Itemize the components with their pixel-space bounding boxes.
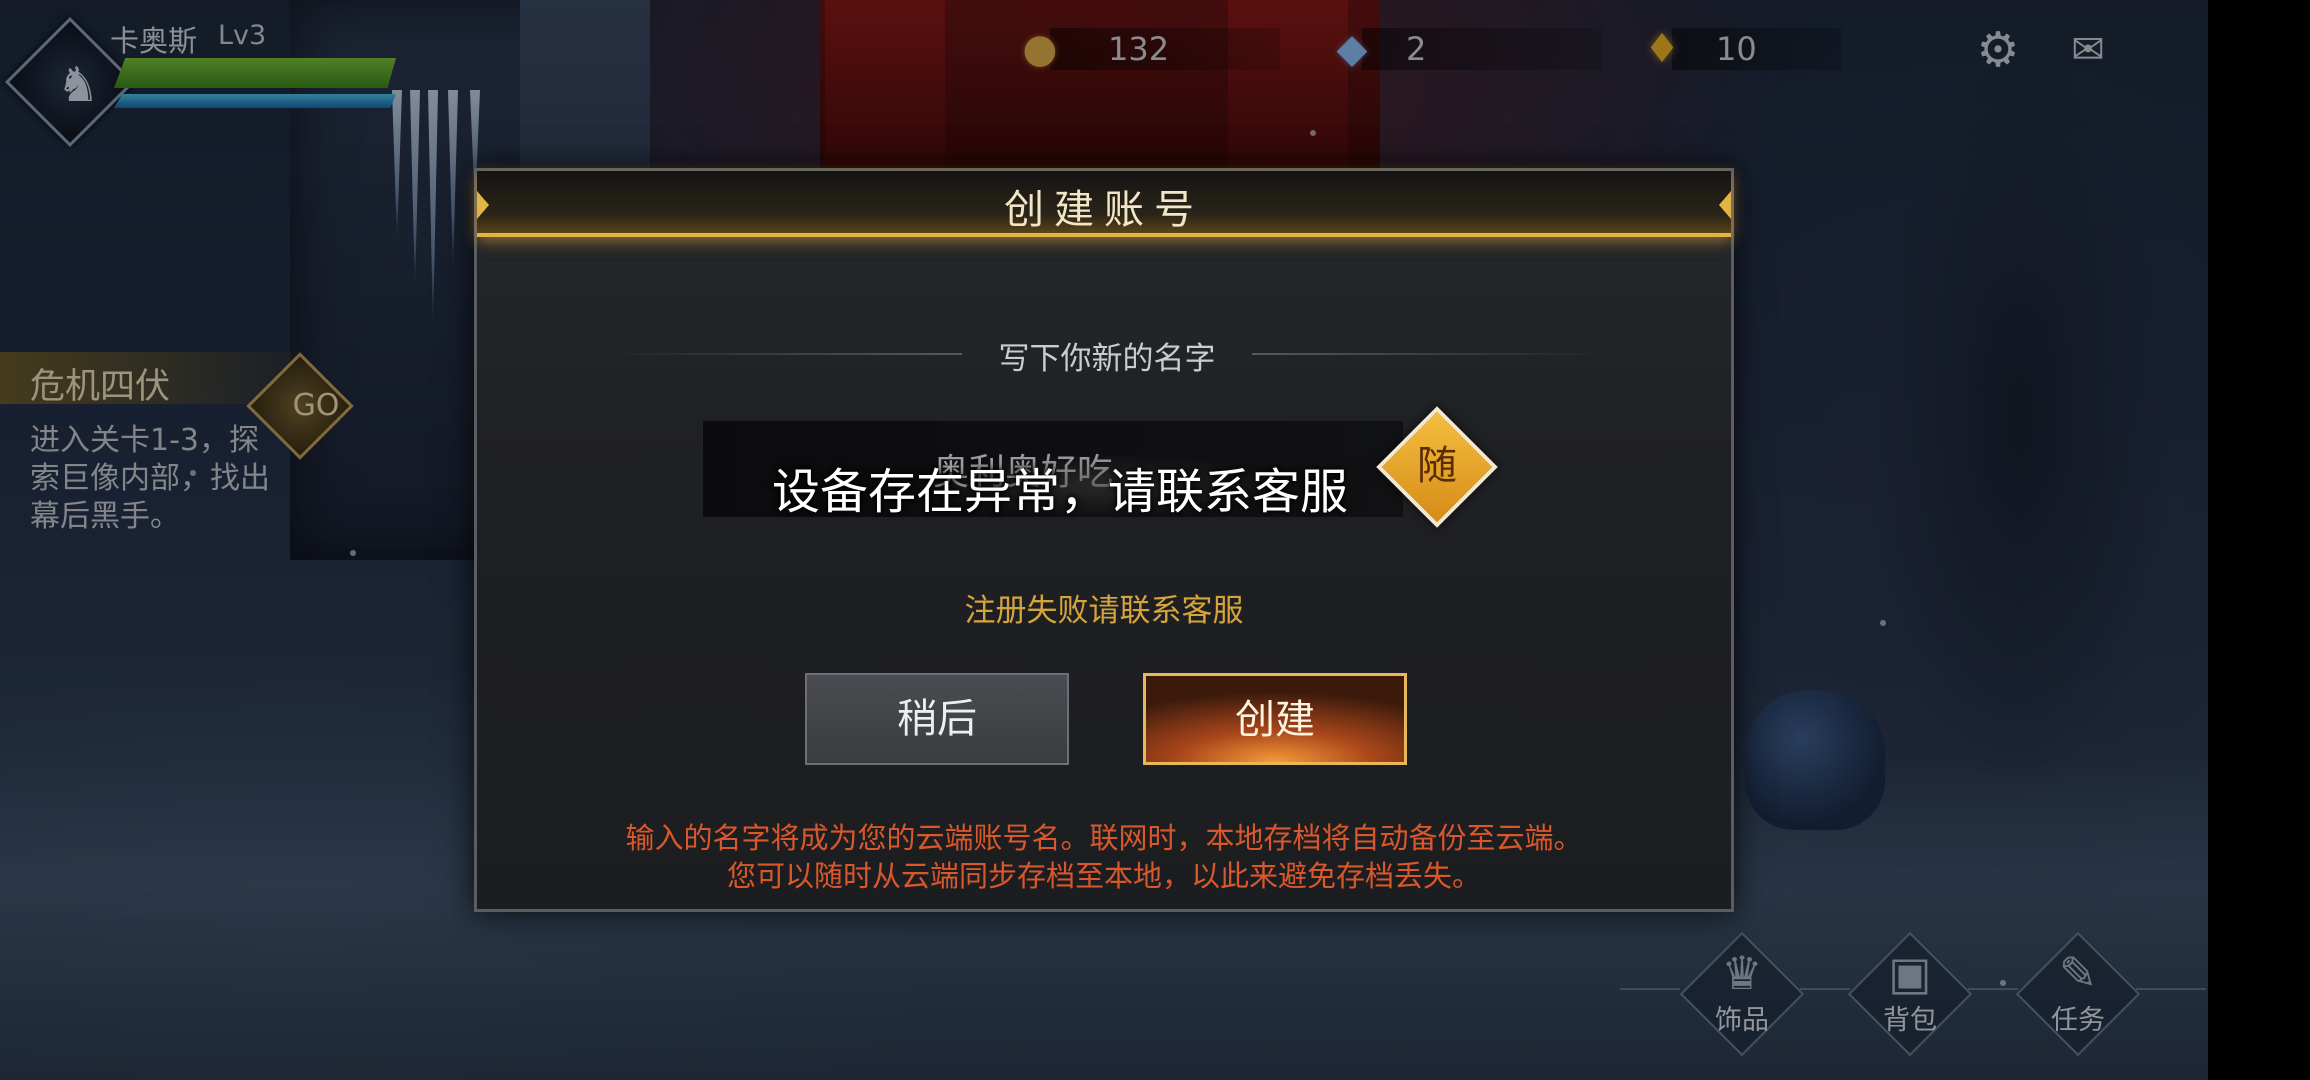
notice-line: 您可以随时从云端同步存档至本地，以此来避免存档丢失。 [726, 859, 1481, 893]
create-account-dialog: 创建账号 写下你新的名字 随 注册失败请联系客服 稍后 创建 输入的名字将成为您… [474, 168, 1734, 912]
notice-line: 输入的名字将成为您的云端账号名。联网时，本地存档将自动备份至云端。 [625, 821, 1583, 855]
dialog-title: 创建账号 [1004, 187, 1204, 233]
toast-message: 设备存在异常，请联系客服 [771, 464, 1348, 520]
error-message: 注册失败请联系客服 [964, 593, 1244, 629]
header-corner-ornament [1719, 191, 1731, 219]
header-corner-ornament [477, 191, 489, 219]
dialog-header: 创建账号 [477, 171, 1731, 237]
name-prompt-label: 写下你新的名字 [998, 341, 1216, 377]
create-button[interactable]: 创建 [1143, 673, 1407, 765]
cloud-save-notice: 输入的名字将成为您的云端账号名。联网时，本地存档将自动备份至云端。 您可以随时从… [477, 819, 1731, 895]
name-prompt: 写下你新的名字 [607, 333, 1607, 377]
later-button[interactable]: 稍后 [805, 673, 1069, 765]
letterbox-bar [2208, 0, 2310, 1080]
